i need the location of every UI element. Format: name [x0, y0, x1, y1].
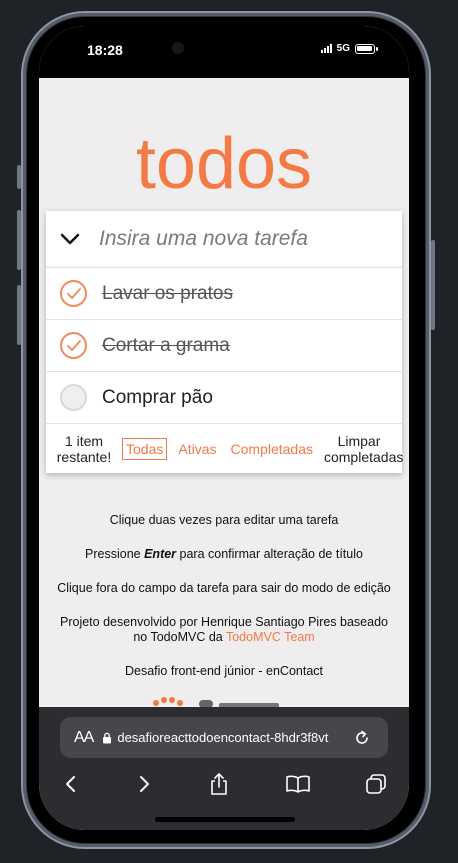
status-bar: 18:28 5G: [39, 26, 409, 78]
info-exit-hint: Clique fora do campo da tarefa para sair…: [57, 581, 391, 595]
todo-footer: 1 item restante! Todas Ativas Completada…: [46, 424, 404, 474]
reload-icon[interactable]: [353, 729, 371, 747]
phone-screen: 18:28 5G todos Insira uma nova tarefa La…: [39, 26, 409, 830]
battery-icon: [355, 43, 378, 54]
browser-toolbar: AA desafioreacttodoencontact-8hdr3f8vt: [39, 707, 409, 830]
clear-completed-button[interactable]: Limpar completadas: [323, 433, 404, 465]
items-left-line2: restante!: [56, 449, 112, 465]
tabs-icon[interactable]: [361, 769, 391, 799]
info-credits-prefix: no TodoMVC da: [133, 630, 226, 644]
app-title: todos: [135, 124, 313, 204]
reader-settings-button[interactable]: AA: [74, 729, 94, 747]
home-indicator: [155, 817, 295, 822]
chevron-down-icon: [60, 233, 80, 245]
power-button: [431, 240, 435, 330]
todo-checkbox-checked[interactable]: [60, 280, 87, 307]
info-edit-hint: Clique duas vezes para editar uma tarefa: [109, 513, 339, 527]
status-time: 18:28: [87, 42, 123, 58]
url-text[interactable]: desafioreacttodoencontact-8hdr3f8vt: [117, 730, 349, 745]
new-todo-input[interactable]: [94, 227, 402, 251]
back-icon[interactable]: [56, 769, 86, 799]
status-indicators: 5G: [320, 43, 378, 54]
filter-all[interactable]: Todas: [122, 438, 168, 460]
network-label: 5G: [336, 43, 350, 54]
info-enter-before: Pressione: [85, 547, 145, 561]
filter-completed[interactable]: Completadas: [227, 439, 316, 459]
address-bar[interactable]: AA desafioreacttodoencontact-8hdr3f8vt: [60, 717, 388, 758]
todo-label[interactable]: Comprar pão: [102, 387, 213, 409]
new-todo-row: [46, 211, 402, 268]
share-icon[interactable]: [204, 769, 234, 799]
filter-list: Todas Ativas Completadas: [122, 438, 316, 460]
todo-checkbox-unchecked[interactable]: [60, 384, 87, 411]
volume-down-button: [17, 285, 21, 345]
todo-checkbox-checked[interactable]: [60, 332, 87, 359]
todo-card: Lavar os pratos Cortar a grama Comprar p…: [46, 211, 404, 474]
todo-label[interactable]: Lavar os pratos: [102, 283, 233, 305]
forward-icon[interactable]: [129, 769, 159, 799]
info-enter-after: para confirmar alteração de título: [176, 547, 363, 561]
mute-switch: [17, 165, 21, 189]
info-enter-hint: Pressione Enter para confirmar alteração…: [39, 547, 409, 562]
todo-item[interactable]: Comprar pão: [46, 372, 402, 424]
items-left-line1: 1 item: [64, 433, 104, 449]
browser-nav: [39, 769, 409, 799]
lock-icon: [102, 732, 112, 744]
toggle-all-button[interactable]: [46, 211, 94, 268]
todo-label[interactable]: Cortar a grama: [102, 335, 230, 357]
encontact-logo: [149, 694, 299, 708]
info-credits-line1: Projeto desenvolvido por Henrique Santia…: [60, 615, 388, 629]
info-enter-key: Enter: [144, 547, 177, 561]
clear-completed-line1: Limpar: [337, 433, 381, 449]
checkmark-icon: [66, 287, 81, 299]
signal-icon: [320, 44, 332, 53]
todo-item[interactable]: Lavar os pratos: [46, 268, 402, 320]
clear-completed-line2: completadas: [323, 449, 404, 465]
info-credits: Projeto desenvolvido por Henrique Santia…: [39, 615, 409, 645]
items-left-count: 1 item restante!: [54, 433, 114, 465]
volume-up-button: [17, 210, 21, 270]
todo-item[interactable]: Cortar a grama: [46, 320, 402, 372]
todomvc-team-link[interactable]: TodoMVC Team: [226, 630, 315, 644]
filter-active[interactable]: Ativas: [175, 439, 219, 459]
bookmarks-icon[interactable]: [283, 769, 313, 799]
camera-lens: [172, 42, 184, 54]
info-credits-line2: no TodoMVC da TodoMVC Team: [39, 630, 409, 645]
info-challenge: Desafio front-end júnior - enContact: [124, 664, 324, 678]
checkmark-icon: [66, 339, 81, 351]
